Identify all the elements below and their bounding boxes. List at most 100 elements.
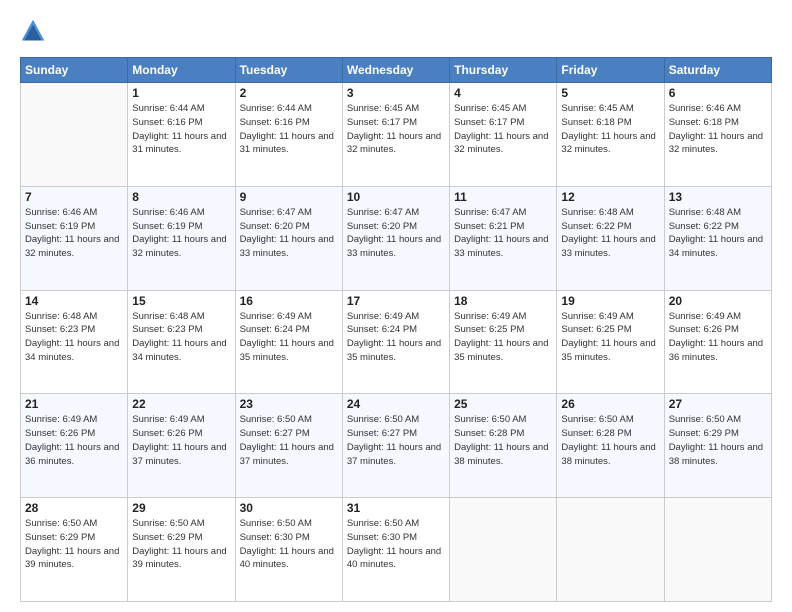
calendar-cell: 3 Sunrise: 6:45 AM Sunset: 6:17 PM Dayli… <box>342 83 449 187</box>
cell-info: Sunrise: 6:48 AM Sunset: 6:23 PM Dayligh… <box>132 310 230 365</box>
sunset-text: Sunset: 6:25 PM <box>454 324 524 335</box>
day-number: 26 <box>561 397 659 411</box>
sunset-text: Sunset: 6:30 PM <box>240 532 310 543</box>
cell-info: Sunrise: 6:50 AM Sunset: 6:27 PM Dayligh… <box>240 413 338 468</box>
calendar-cell: 29 Sunrise: 6:50 AM Sunset: 6:29 PM Dayl… <box>128 498 235 602</box>
weekday-header-thursday: Thursday <box>450 58 557 83</box>
sunset-text: Sunset: 6:17 PM <box>454 117 524 128</box>
calendar-cell: 13 Sunrise: 6:48 AM Sunset: 6:22 PM Dayl… <box>664 186 771 290</box>
daylight-text: Daylight: 11 hours and 33 minutes. <box>561 234 655 259</box>
calendar-cell: 18 Sunrise: 6:49 AM Sunset: 6:25 PM Dayl… <box>450 290 557 394</box>
cell-info: Sunrise: 6:50 AM Sunset: 6:30 PM Dayligh… <box>240 517 338 572</box>
sunset-text: Sunset: 6:26 PM <box>25 428 95 439</box>
day-number: 17 <box>347 294 445 308</box>
sunrise-text: Sunrise: 6:49 AM <box>25 414 97 425</box>
daylight-text: Daylight: 11 hours and 38 minutes. <box>669 442 763 467</box>
daylight-text: Daylight: 11 hours and 34 minutes. <box>669 234 763 259</box>
sunset-text: Sunset: 6:23 PM <box>25 324 95 335</box>
day-number: 25 <box>454 397 552 411</box>
weekday-header-monday: Monday <box>128 58 235 83</box>
calendar-cell: 12 Sunrise: 6:48 AM Sunset: 6:22 PM Dayl… <box>557 186 664 290</box>
sunset-text: Sunset: 6:21 PM <box>454 221 524 232</box>
calendar-cell: 4 Sunrise: 6:45 AM Sunset: 6:17 PM Dayli… <box>450 83 557 187</box>
daylight-text: Daylight: 11 hours and 39 minutes. <box>25 546 119 571</box>
sunset-text: Sunset: 6:29 PM <box>25 532 95 543</box>
weekday-header-tuesday: Tuesday <box>235 58 342 83</box>
cell-info: Sunrise: 6:49 AM Sunset: 6:25 PM Dayligh… <box>454 310 552 365</box>
calendar-week-row: 7 Sunrise: 6:46 AM Sunset: 6:19 PM Dayli… <box>21 186 772 290</box>
sunrise-text: Sunrise: 6:50 AM <box>347 518 419 529</box>
daylight-text: Daylight: 11 hours and 32 minutes. <box>454 131 548 156</box>
logo <box>20 18 50 49</box>
sunset-text: Sunset: 6:20 PM <box>347 221 417 232</box>
day-number: 13 <box>669 190 767 204</box>
sunset-text: Sunset: 6:23 PM <box>132 324 202 335</box>
day-number: 23 <box>240 397 338 411</box>
daylight-text: Daylight: 11 hours and 34 minutes. <box>25 338 119 363</box>
calendar-cell: 30 Sunrise: 6:50 AM Sunset: 6:30 PM Dayl… <box>235 498 342 602</box>
day-number: 14 <box>25 294 123 308</box>
day-number: 2 <box>240 86 338 100</box>
cell-info: Sunrise: 6:50 AM Sunset: 6:29 PM Dayligh… <box>25 517 123 572</box>
daylight-text: Daylight: 11 hours and 37 minutes. <box>240 442 334 467</box>
cell-info: Sunrise: 6:45 AM Sunset: 6:17 PM Dayligh… <box>454 102 552 157</box>
day-number: 4 <box>454 86 552 100</box>
day-number: 8 <box>132 190 230 204</box>
daylight-text: Daylight: 11 hours and 35 minutes. <box>561 338 655 363</box>
daylight-text: Daylight: 11 hours and 40 minutes. <box>240 546 334 571</box>
calendar-week-row: 1 Sunrise: 6:44 AM Sunset: 6:16 PM Dayli… <box>21 83 772 187</box>
sunset-text: Sunset: 6:16 PM <box>132 117 202 128</box>
sunset-text: Sunset: 6:22 PM <box>561 221 631 232</box>
weekday-header-wednesday: Wednesday <box>342 58 449 83</box>
day-number: 29 <box>132 501 230 515</box>
cell-info: Sunrise: 6:44 AM Sunset: 6:16 PM Dayligh… <box>132 102 230 157</box>
daylight-text: Daylight: 11 hours and 33 minutes. <box>240 234 334 259</box>
calendar-cell: 21 Sunrise: 6:49 AM Sunset: 6:26 PM Dayl… <box>21 394 128 498</box>
sunrise-text: Sunrise: 6:50 AM <box>240 414 312 425</box>
sunset-text: Sunset: 6:28 PM <box>454 428 524 439</box>
calendar-table: SundayMondayTuesdayWednesdayThursdayFrid… <box>20 57 772 602</box>
calendar-cell: 11 Sunrise: 6:47 AM Sunset: 6:21 PM Dayl… <box>450 186 557 290</box>
day-number: 18 <box>454 294 552 308</box>
sunset-text: Sunset: 6:25 PM <box>561 324 631 335</box>
weekday-header-saturday: Saturday <box>664 58 771 83</box>
sunrise-text: Sunrise: 6:50 AM <box>25 518 97 529</box>
sunset-text: Sunset: 6:18 PM <box>561 117 631 128</box>
calendar-cell: 5 Sunrise: 6:45 AM Sunset: 6:18 PM Dayli… <box>557 83 664 187</box>
sunrise-text: Sunrise: 6:49 AM <box>669 311 741 322</box>
header <box>20 18 772 49</box>
daylight-text: Daylight: 11 hours and 32 minutes. <box>561 131 655 156</box>
daylight-text: Daylight: 11 hours and 35 minutes. <box>454 338 548 363</box>
cell-info: Sunrise: 6:46 AM Sunset: 6:19 PM Dayligh… <box>25 206 123 261</box>
daylight-text: Daylight: 11 hours and 31 minutes. <box>240 131 334 156</box>
sunset-text: Sunset: 6:17 PM <box>347 117 417 128</box>
calendar-cell: 16 Sunrise: 6:49 AM Sunset: 6:24 PM Dayl… <box>235 290 342 394</box>
daylight-text: Daylight: 11 hours and 36 minutes. <box>669 338 763 363</box>
sunrise-text: Sunrise: 6:50 AM <box>347 414 419 425</box>
daylight-text: Daylight: 11 hours and 40 minutes. <box>347 546 441 571</box>
cell-info: Sunrise: 6:50 AM Sunset: 6:28 PM Dayligh… <box>454 413 552 468</box>
sunrise-text: Sunrise: 6:48 AM <box>25 311 97 322</box>
sunrise-text: Sunrise: 6:50 AM <box>669 414 741 425</box>
page: SundayMondayTuesdayWednesdayThursdayFrid… <box>0 0 792 612</box>
cell-info: Sunrise: 6:50 AM Sunset: 6:27 PM Dayligh… <box>347 413 445 468</box>
calendar-week-row: 21 Sunrise: 6:49 AM Sunset: 6:26 PM Dayl… <box>21 394 772 498</box>
calendar-cell: 19 Sunrise: 6:49 AM Sunset: 6:25 PM Dayl… <box>557 290 664 394</box>
calendar-cell: 14 Sunrise: 6:48 AM Sunset: 6:23 PM Dayl… <box>21 290 128 394</box>
cell-info: Sunrise: 6:48 AM Sunset: 6:22 PM Dayligh… <box>561 206 659 261</box>
day-number: 10 <box>347 190 445 204</box>
calendar-cell: 7 Sunrise: 6:46 AM Sunset: 6:19 PM Dayli… <box>21 186 128 290</box>
daylight-text: Daylight: 11 hours and 35 minutes. <box>240 338 334 363</box>
sunrise-text: Sunrise: 6:45 AM <box>561 103 633 114</box>
cell-info: Sunrise: 6:50 AM Sunset: 6:30 PM Dayligh… <box>347 517 445 572</box>
daylight-text: Daylight: 11 hours and 32 minutes. <box>347 131 441 156</box>
daylight-text: Daylight: 11 hours and 38 minutes. <box>561 442 655 467</box>
sunset-text: Sunset: 6:29 PM <box>669 428 739 439</box>
daylight-text: Daylight: 11 hours and 33 minutes. <box>347 234 441 259</box>
sunset-text: Sunset: 6:19 PM <box>132 221 202 232</box>
calendar-cell <box>21 83 128 187</box>
sunrise-text: Sunrise: 6:49 AM <box>454 311 526 322</box>
calendar-cell: 23 Sunrise: 6:50 AM Sunset: 6:27 PM Dayl… <box>235 394 342 498</box>
calendar-week-row: 28 Sunrise: 6:50 AM Sunset: 6:29 PM Dayl… <box>21 498 772 602</box>
calendar-cell <box>557 498 664 602</box>
